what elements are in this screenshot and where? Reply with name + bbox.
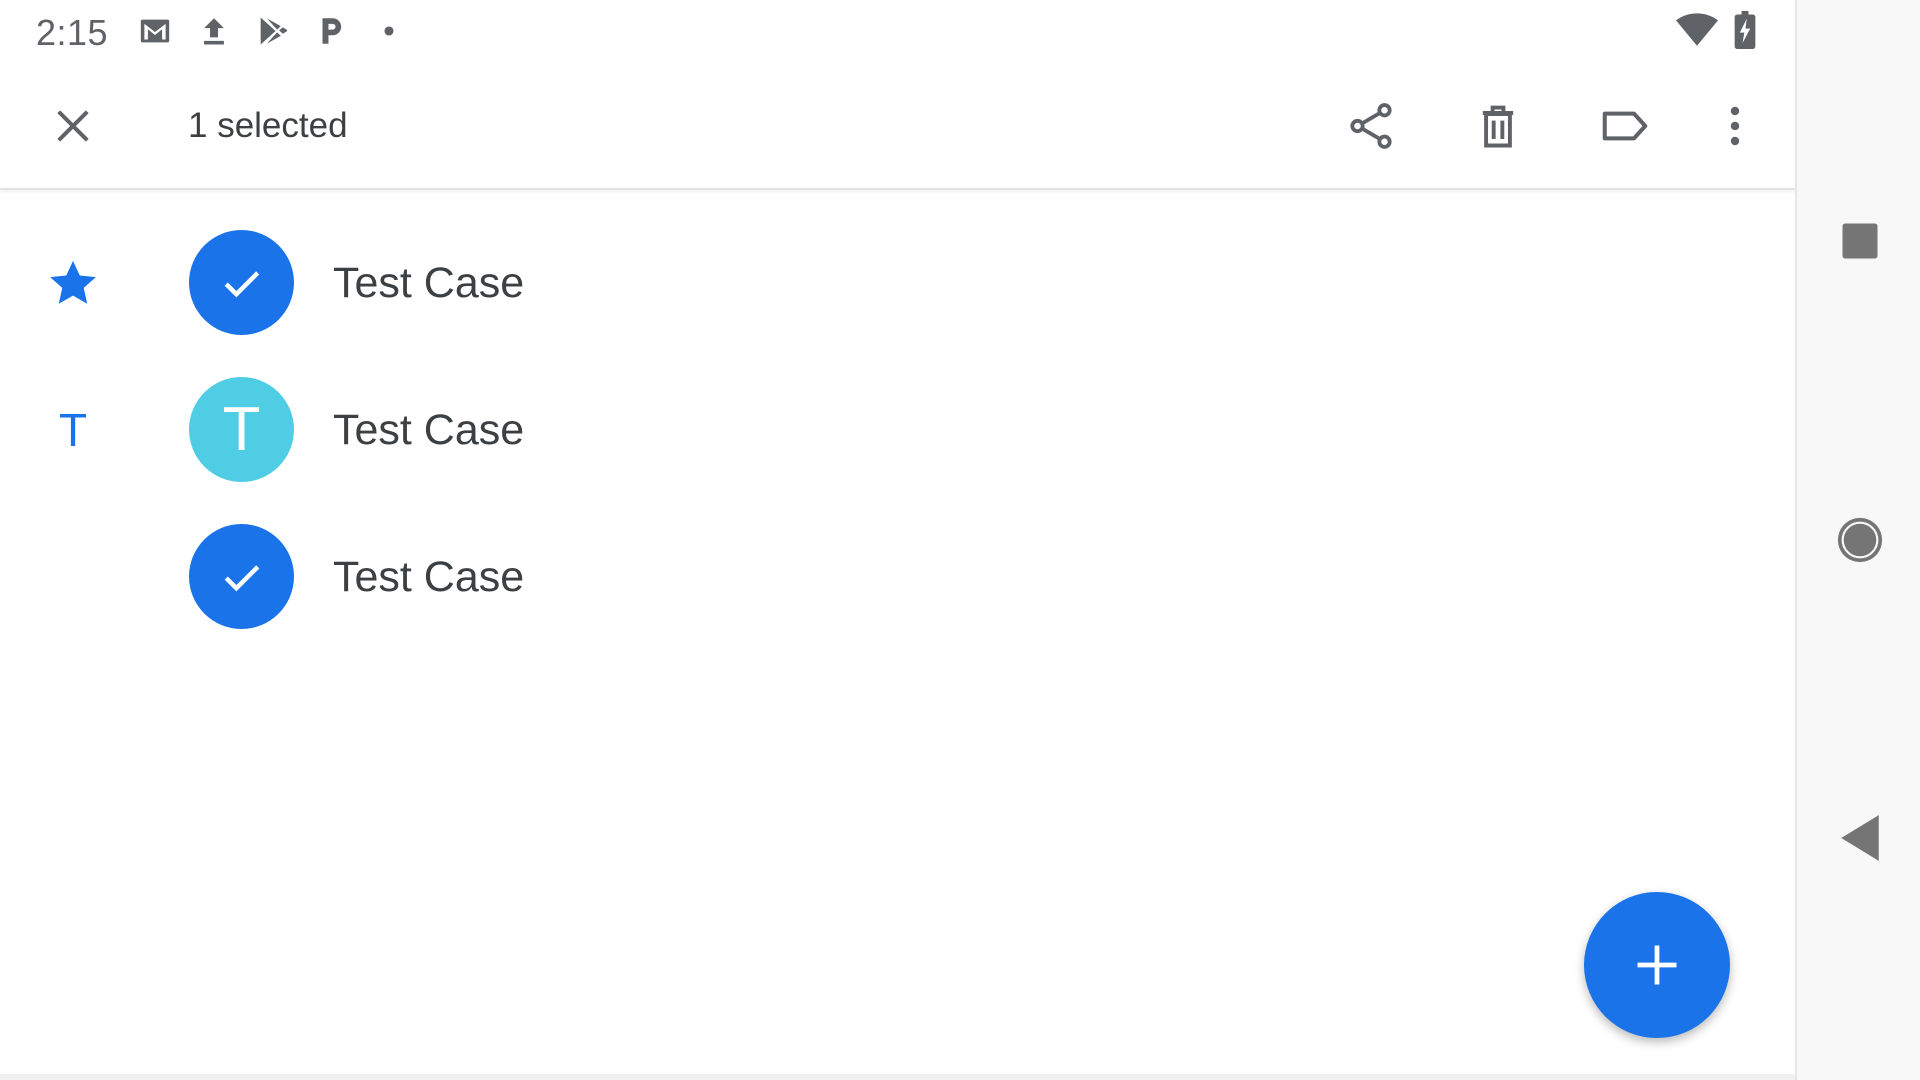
label-icon (1602, 111, 1648, 141)
recents-button[interactable] (1822, 203, 1898, 279)
delete-button[interactable] (1464, 92, 1532, 160)
gmail-icon (138, 14, 172, 48)
avatar-selected[interactable] (189, 230, 294, 335)
contacts-app: 2:15 1 selected Test Case T T Test Case … (0, 0, 1795, 1080)
contact-name: Test Case (333, 553, 525, 601)
more-options-button[interactable] (1701, 92, 1769, 160)
star-icon (50, 260, 96, 304)
contact-name: Test Case (333, 259, 525, 307)
status-time: 2:15 (36, 12, 109, 53)
label-button[interactable] (1591, 92, 1659, 160)
avatar-letter[interactable]: T (189, 377, 294, 482)
play-store-icon (255, 14, 289, 48)
share-button[interactable] (1337, 92, 1405, 160)
recents-square-icon (1842, 223, 1878, 259)
close-icon (57, 110, 89, 142)
status-bar: 2:15 (0, 0, 1795, 62)
delete-icon (1482, 105, 1514, 148)
dot-icon (372, 14, 406, 48)
bottom-edge (0, 1074, 1795, 1080)
more-vert-icon (1730, 106, 1740, 146)
add-contact-fab[interactable] (1584, 892, 1730, 1038)
back-button[interactable] (1822, 800, 1898, 876)
home-circle-icon (1837, 517, 1883, 563)
plus-icon (1637, 945, 1677, 985)
checkmark-icon (224, 270, 259, 297)
checkmark-icon (224, 564, 259, 591)
close-selection-button[interactable] (39, 92, 107, 160)
contact-row[interactable]: T T Test Case (0, 356, 1795, 503)
battery-charging-icon (1734, 11, 1756, 49)
contact-row[interactable]: Test Case (0, 209, 1795, 356)
back-triangle-icon (1841, 815, 1879, 861)
selection-count: 1 selected (188, 106, 348, 145)
contact-name: Test Case (333, 406, 525, 454)
section-letter: T (58, 404, 88, 456)
home-button[interactable] (1822, 502, 1898, 578)
share-icon (1350, 103, 1392, 149)
wifi-icon (1676, 12, 1718, 48)
parking-icon (314, 14, 348, 48)
contact-row[interactable]: Test Case (0, 503, 1795, 650)
navigation-bar (1795, 0, 1920, 1080)
selection-app-bar: 1 selected (0, 62, 1795, 190)
upload-icon (197, 14, 231, 48)
avatar-selected[interactable] (189, 524, 294, 629)
starred-section-marker (42, 252, 104, 314)
